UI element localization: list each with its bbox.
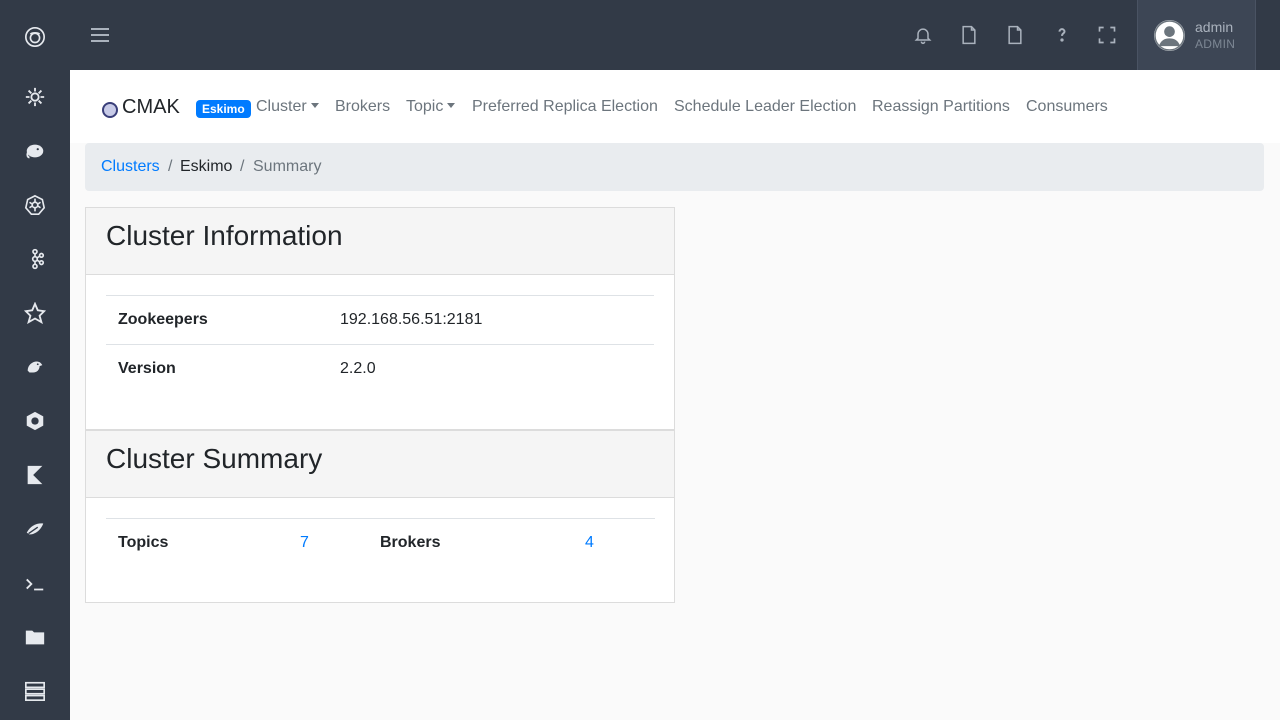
- nav-reassign-partitions[interactable]: Reassign Partitions: [872, 98, 1010, 116]
- nav-topic-dropdown[interactable]: Topic: [406, 98, 456, 116]
- cmak-brand[interactable]: CMAK: [102, 96, 180, 119]
- nav-schedule-leader-election[interactable]: Schedule Leader Election: [674, 98, 856, 116]
- breadcrumb-separator: /: [168, 158, 173, 175]
- user-name: admin: [1195, 19, 1234, 35]
- terminal-icon[interactable]: [23, 572, 47, 596]
- elephant-icon[interactable]: [23, 139, 47, 163]
- cluster-information-table: Zookeepers 192.168.56.51:2181 Version 2.…: [106, 295, 654, 394]
- nav-cluster-dropdown[interactable]: Cluster: [256, 98, 319, 116]
- topics-label: Topics: [118, 534, 169, 551]
- cluster-information-card: Cluster Information Zookeepers 192.168.5…: [85, 207, 675, 430]
- table-row: Version 2.2.0: [106, 345, 654, 394]
- left-sidebar: [0, 0, 70, 720]
- bell-icon[interactable]: [912, 24, 934, 46]
- cluster-information-title: Cluster Information: [86, 208, 674, 275]
- brokers-count-link[interactable]: 4: [585, 534, 594, 552]
- cluster-summary-title: Cluster Summary: [86, 431, 674, 498]
- user-role: ADMIN: [1195, 37, 1236, 51]
- cluster-badge: Eskimo: [196, 100, 251, 118]
- version-label: Version: [118, 360, 176, 377]
- main-content: CMAK Eskimo Cluster Brokers Topic Prefer…: [70, 70, 1280, 720]
- table-row: Topics 7 Brokers 4: [106, 519, 655, 568]
- cmak-navbar: CMAK Eskimo Cluster Brokers Topic Prefer…: [70, 70, 1280, 143]
- nav-preferred-replica-election[interactable]: Preferred Replica Election: [472, 98, 658, 116]
- zookeepers-value: 192.168.56.51:2181: [340, 311, 483, 328]
- nav-topic-label: Topic: [406, 98, 444, 115]
- fullscreen-icon[interactable]: [1096, 24, 1118, 46]
- python-bird-icon[interactable]: [23, 355, 47, 379]
- kubernetes-icon[interactable]: [23, 193, 47, 217]
- brand-label: CMAK: [122, 96, 180, 118]
- caret-down-icon: [310, 103, 319, 108]
- nav-consumers[interactable]: Consumers: [1026, 98, 1108, 116]
- breadcrumb: Clusters / Eskimo / Summary: [85, 143, 1264, 191]
- breadcrumb-separator: /: [240, 158, 245, 175]
- breadcrumb-clusters[interactable]: Clusters: [101, 158, 160, 176]
- server-icon[interactable]: [23, 679, 47, 703]
- hamburger-icon[interactable]: [90, 25, 110, 45]
- topics-count-link[interactable]: 7: [300, 534, 309, 552]
- nav-brokers[interactable]: Brokers: [335, 98, 390, 116]
- breadcrumb-current: Summary: [253, 158, 322, 175]
- table-row: Zookeepers 192.168.56.51:2181: [106, 296, 654, 345]
- ring-icon[interactable]: [23, 409, 47, 433]
- question-icon[interactable]: [1051, 24, 1073, 46]
- user-menu[interactable]: admin ADMIN: [1137, 0, 1256, 70]
- spark-star-icon[interactable]: [23, 301, 47, 325]
- brokers-label: Brokers: [380, 534, 441, 551]
- gear-icon[interactable]: [23, 85, 47, 109]
- breadcrumb-cluster: Eskimo: [180, 158, 233, 175]
- cmak-logo-icon: [102, 101, 118, 118]
- kibana-icon[interactable]: [23, 463, 47, 487]
- eskimo-logo-icon[interactable]: [23, 25, 47, 49]
- kafka-icon[interactable]: [23, 247, 47, 271]
- cluster-summary-table: Topics 7 Brokers 4: [106, 518, 655, 568]
- zookeepers-label: Zookeepers: [118, 311, 208, 328]
- top-bar: admin ADMIN: [70, 0, 1280, 70]
- feather-icon[interactable]: [23, 517, 47, 541]
- nav-cluster-label: Cluster: [256, 98, 307, 115]
- file-icon[interactable]: [958, 24, 980, 46]
- version-value: 2.2.0: [340, 360, 376, 377]
- avatar: [1154, 20, 1185, 51]
- cluster-summary-card: Cluster Summary Topics 7 Brokers 4: [85, 430, 675, 603]
- folder-icon[interactable]: [23, 625, 47, 649]
- file-icon[interactable]: [1004, 24, 1026, 46]
- caret-down-icon: [447, 103, 456, 108]
